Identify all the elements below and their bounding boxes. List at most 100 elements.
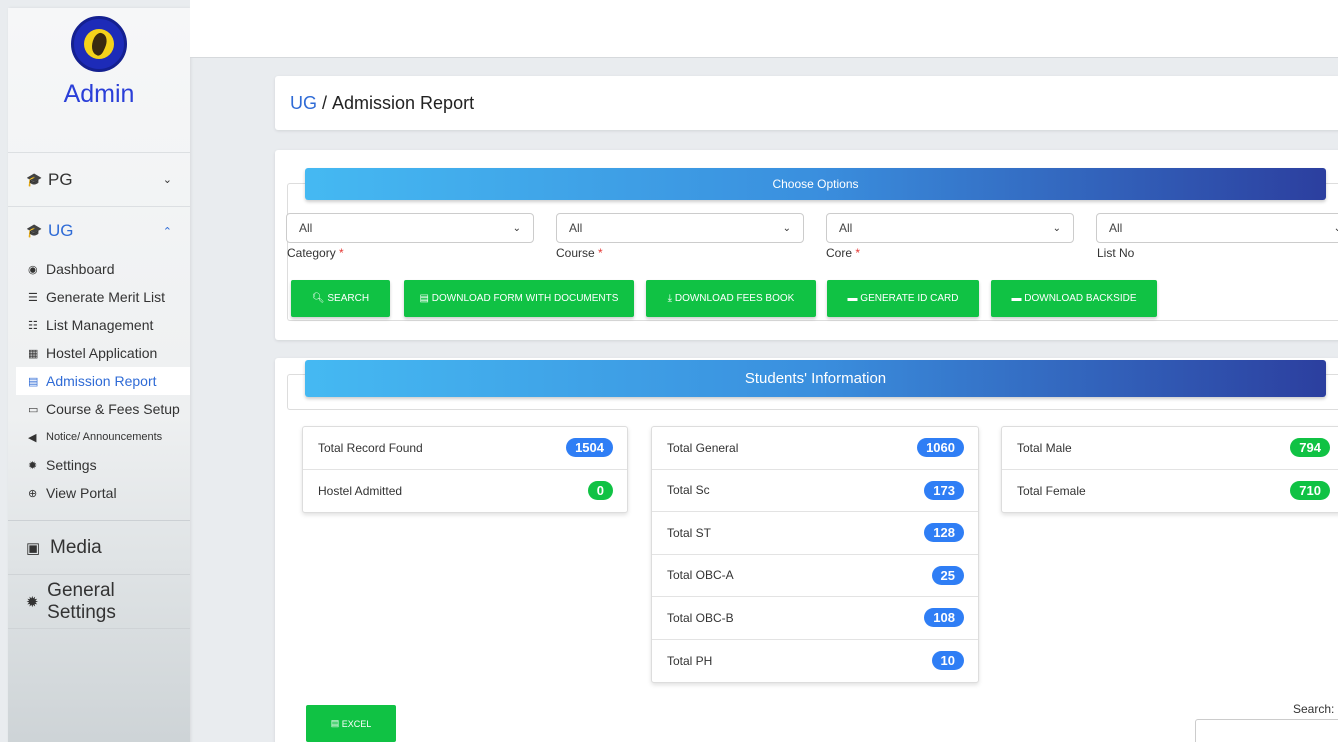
sidebar-item-label: View Portal [46, 485, 117, 501]
stat-row: Total Record Found 1504 [303, 427, 627, 470]
download-backside-button[interactable]: ▬ DOWNLOAD BACKSIDE [991, 280, 1157, 317]
search-icon: 🔍︎ [311, 293, 328, 304]
bullhorn-icon: ◀ [28, 431, 37, 444]
label-text: Course [556, 246, 595, 260]
ug-submenu: ◉ Dashboard ☰ Generate Merit List ☷ List… [8, 255, 190, 507]
file-icon: ▤ [419, 293, 432, 304]
stat-label: Total Male [1017, 440, 1072, 455]
ordered-list-icon: ☷ [28, 319, 38, 332]
stat-row: Total OBC-A 25 [652, 555, 978, 597]
core-label: Core * [826, 246, 860, 260]
sidebar-item-pg[interactable]: 🎓 PG ⌄ [8, 153, 190, 207]
select-value: All [1109, 221, 1123, 235]
divider [8, 507, 190, 521]
button-label: DOWNLOAD FEES BOOK [674, 293, 795, 304]
stat-label: Hostel Admitted [318, 483, 403, 498]
stat-label: Total OBC-B [667, 610, 734, 625]
sidebar-item-admission-report[interactable]: ▤ Admission Report [16, 367, 190, 395]
building-icon: ▦ [28, 347, 39, 360]
table-search-label: Search: [1293, 702, 1335, 716]
globe-icon: ⊕ [28, 487, 38, 500]
breadcrumb-separator: / [317, 92, 333, 113]
sidebar-item-settings[interactable]: ✹ Settings [28, 451, 190, 479]
required-mark: * [339, 246, 344, 260]
breadcrumb-current: Admission Report [332, 92, 475, 113]
stat-badge: 25 [931, 565, 964, 585]
sidebar-item-media[interactable]: ▣ Media [8, 521, 190, 575]
select-value: All [569, 221, 583, 235]
sidebar-item-label: Admission Report [46, 373, 157, 389]
sidebar-item-ug[interactable]: 🎓 UG ⌃ [8, 207, 190, 255]
button-label: EXCEL [341, 718, 372, 729]
label-text: List No [1097, 246, 1135, 260]
sidebar-item-generate-merit-list[interactable]: ☰ Generate Merit List [28, 283, 190, 311]
sidebar-item-label: Settings [46, 457, 97, 473]
button-label: SEARCH [327, 293, 370, 304]
students-info-card: Students' Information Total Record Found… [275, 358, 1338, 742]
sidebar-item-notice[interactable]: ◀ Notice/ Announcements [28, 423, 190, 451]
list-icon: ☰ [28, 291, 38, 304]
id-card-icon: ▬ [1011, 293, 1025, 304]
admin-title: Admin [63, 80, 135, 108]
chevron-down-icon: ⌄ [1052, 222, 1061, 234]
stat-badge: 108 [924, 608, 964, 628]
category-label: Category * [287, 246, 344, 260]
file-icon: ▤ [330, 718, 342, 728]
stat-badge: 1060 [917, 438, 964, 458]
stat-label: Total PH [667, 653, 713, 668]
top-bar [190, 0, 1338, 58]
download-form-button[interactable]: ▤ DOWNLOAD FORM WITH DOCUMENTS [404, 280, 634, 317]
download-fees-book-button[interactable]: ⤓ DOWNLOAD FEES BOOK [646, 280, 816, 317]
sidebar-item-label: Notice/ Announcements [46, 431, 163, 443]
stat-row: Total Male 794 [1002, 427, 1338, 470]
gear-icon: ✹ [28, 459, 38, 472]
sidebar-item-list-management[interactable]: ☷ List Management [28, 311, 190, 339]
generate-id-card-button[interactable]: ▬ GENERATE ID CARD [827, 280, 979, 317]
chevron-down-icon: ⌄ [162, 174, 172, 186]
stat-badge: 10 [931, 651, 964, 671]
course-select[interactable]: All ⌄ [556, 213, 804, 243]
sidebar-item-view-portal[interactable]: ⊕ View Portal [28, 479, 190, 507]
core-select[interactable]: All ⌄ [826, 213, 1074, 243]
sidebar-item-dashboard[interactable]: ◉ Dashboard [28, 255, 190, 283]
money-icon: ▭ [28, 403, 39, 416]
stats-column-1: Total Record Found 1504 Hostel Admitted 0 [302, 426, 628, 513]
breadcrumb-link-ug[interactable]: UG [290, 93, 317, 114]
sidebar-header: Admin [8, 8, 190, 153]
chevron-down-icon: ⌄ [1333, 222, 1338, 234]
sidebar-item-label: General Settings [47, 579, 116, 623]
select-value: All [299, 221, 313, 235]
college-logo [71, 16, 127, 72]
stat-row: Total PH 10 [652, 640, 978, 683]
sidebar-item-label: List Management [46, 317, 154, 333]
stat-label: Total Sc [667, 483, 710, 498]
stat-row: Hostel Admitted 0 [303, 470, 627, 513]
sidebar-item-label: Dashboard [46, 261, 115, 277]
download-icon: ⤓ [667, 293, 675, 304]
stat-row: Total ST 128 [652, 512, 978, 555]
sidebar-item-label: Generate Merit List [46, 289, 166, 305]
stat-row: Total Sc 173 [652, 470, 978, 512]
sidebar-item-label: Hostel Application [46, 345, 158, 361]
button-label: DOWNLOAD BACKSIDE [1024, 293, 1137, 304]
table-search-input[interactable] [1195, 719, 1338, 742]
sidebar-item-label: Course & Fees Setup [46, 401, 180, 417]
list-no-label: List No [1097, 246, 1134, 260]
sidebar-item-general-settings[interactable]: ✹ General Settings [8, 575, 190, 629]
excel-export-button[interactable]: ▤ EXCEL [306, 705, 396, 742]
tachometer-icon: ◉ [28, 263, 38, 276]
stat-label: Total ST [667, 525, 712, 540]
stat-label: Total Record Found [318, 440, 423, 455]
file-icon: ▤ [28, 375, 39, 388]
category-select[interactable]: All ⌄ [286, 213, 534, 243]
chevron-down-icon: ⌄ [782, 222, 791, 234]
sidebar-item-hostel-application[interactable]: ▦ Hostel Application [28, 339, 190, 367]
label-text: Core [826, 246, 853, 260]
sidebar-item-course-fees-setup[interactable]: ▭ Course & Fees Setup [28, 395, 190, 423]
required-mark: * [598, 246, 603, 260]
list-no-select[interactable]: All ⌄ [1096, 213, 1338, 243]
breadcrumb: UG / Admission Report [275, 76, 1338, 130]
sidebar-item-label: Media [50, 536, 102, 558]
button-label: DOWNLOAD FORM WITH DOCUMENTS [431, 293, 619, 304]
search-button[interactable]: 🔍︎ SEARCH [291, 280, 390, 317]
